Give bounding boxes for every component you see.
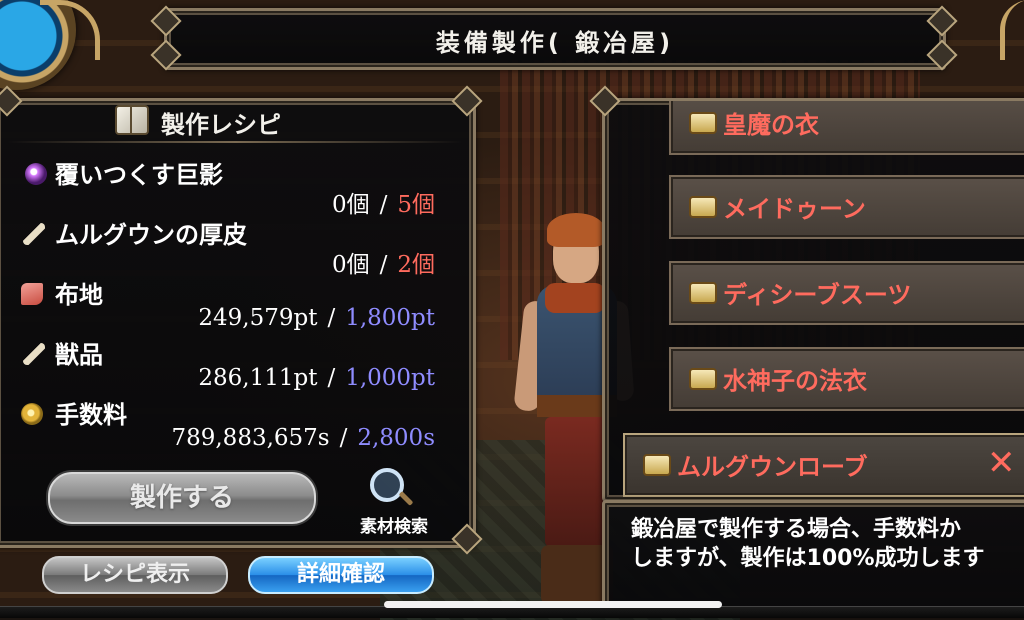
list-item[interactable]: メイドゥーン <box>669 175 1024 239</box>
coin-icon <box>21 403 43 425</box>
item-list-panel[interactable]: 皇魔の衣 メイドゥーン ディシーブスーツ 水神子の法衣 ムルグウンローブ ✕ <box>602 98 1024 502</box>
separator: / <box>327 305 336 331</box>
cloth-icon <box>21 283 43 305</box>
search-icon-handle <box>398 491 414 506</box>
close-icon[interactable]: ✕ <box>987 443 1016 483</box>
separator: / <box>339 425 348 451</box>
page-title: 装備製作( 鍛冶屋) <box>435 29 675 57</box>
scroll-icon <box>689 282 717 304</box>
list-item[interactable]: ディシーブスーツ <box>669 261 1024 325</box>
scroll-icon <box>689 196 717 218</box>
material-count: 789,883,657s / 2,800s <box>171 425 435 451</box>
list-item[interactable]: 水神子の法衣 <box>669 347 1024 411</box>
craft-button[interactable]: 製作する <box>48 472 316 524</box>
list-item[interactable]: 皇魔の衣 <box>669 101 1024 155</box>
recipe-book-icon <box>115 105 149 135</box>
description-line: 鍛冶屋で製作する場合、手数料か <box>631 517 962 542</box>
separator: / <box>379 192 388 218</box>
material-name: 覆いつくす巨影 <box>55 161 223 189</box>
scroll-icon <box>689 112 717 134</box>
divider <box>7 141 463 143</box>
details-button[interactable]: 詳細確認 <box>248 556 434 594</box>
description-text: 鍛冶屋で製作する場合、手数料か しますが、製作は100%成功します <box>631 515 1024 573</box>
required-count: 5個 <box>397 192 435 218</box>
material-name: 手数料 <box>55 401 127 429</box>
material-name: 獣品 <box>55 341 103 369</box>
owned-count: 0個 <box>331 252 370 278</box>
required-count: 2個 <box>397 252 435 278</box>
item-label: ムルグウンローブ <box>677 453 868 481</box>
home-indicator[interactable] <box>384 601 722 608</box>
recipe-list-button[interactable]: レシピ表示 <box>42 556 228 594</box>
separator: / <box>379 252 388 278</box>
search-label: 素材検索 <box>360 517 428 537</box>
material-search-button[interactable]: 素材検索 <box>348 468 440 537</box>
owned-count: 249,579pt <box>198 305 318 331</box>
required-count: 1,000pt <box>345 365 435 391</box>
owned-count: 286,111pt <box>198 365 318 391</box>
list-item-selected[interactable]: ムルグウンローブ ✕ <box>623 433 1024 497</box>
material-name: 布地 <box>55 281 103 309</box>
description-line: しますが、製作は100%成功します <box>631 546 985 571</box>
separator: / <box>327 365 336 391</box>
material-count: 249,579pt / 1,800pt <box>198 305 435 331</box>
scroll-icon <box>689 368 717 390</box>
recipe-title: 製作レシピ <box>161 111 281 139</box>
required-count: 2,800s <box>357 425 435 451</box>
scroll-icon <box>643 454 671 476</box>
material-count: 286,111pt / 1,000pt <box>198 365 435 391</box>
fang-icon <box>23 223 45 245</box>
item-label: メイドゥーン <box>723 195 866 223</box>
material-count: 0個 / 2個 <box>332 245 435 279</box>
item-label: 皇魔の衣 <box>723 111 819 139</box>
material-name: ムルグウンの厚皮 <box>55 221 247 249</box>
title-bar: 装備製作( 鍛冶屋) <box>164 8 946 70</box>
fang-icon <box>23 343 45 365</box>
material-count: 0個 / 5個 <box>332 185 435 219</box>
orb-icon <box>25 163 47 185</box>
item-label: ディシーブスーツ <box>723 281 912 309</box>
required-count: 1,800pt <box>345 305 435 331</box>
owned-count: 789,883,657s <box>171 425 330 451</box>
item-label: 水神子の法衣 <box>723 367 867 395</box>
owned-count: 0個 <box>331 192 370 218</box>
recipe-header: 製作レシピ <box>0 101 473 141</box>
search-icon <box>370 468 404 502</box>
description-panel: 鍛冶屋で製作する場合、手数料か しますが、製作は100%成功します <box>602 500 1024 616</box>
